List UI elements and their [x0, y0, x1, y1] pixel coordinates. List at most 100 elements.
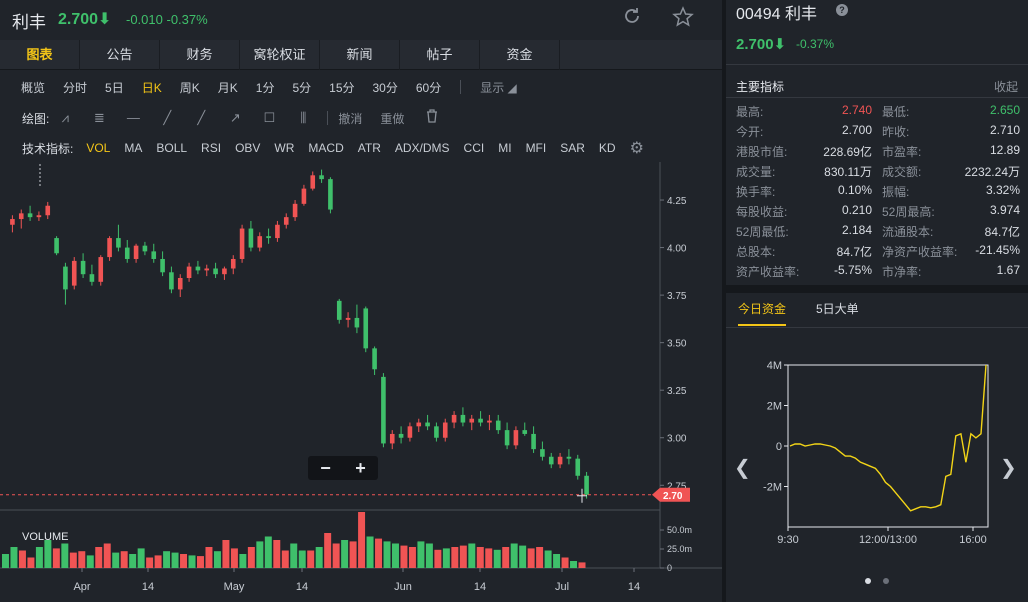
- volume-bar: [137, 548, 145, 568]
- period-1[interactable]: 分时: [54, 79, 96, 96]
- period-10[interactable]: 60分: [407, 79, 450, 96]
- ray-tool-icon[interactable]: ╱: [191, 109, 211, 127]
- metric-value: -21.45%: [975, 242, 1020, 257]
- candle-body: [71, 260, 77, 286]
- period-8[interactable]: 15分: [320, 79, 363, 96]
- tab-5[interactable]: 帖子: [400, 40, 480, 70]
- refresh-icon[interactable]: [621, 6, 643, 28]
- metrics-table: 最高: 2.740 最低: 2.650 今开: 2.700 昨收: 2.710 港股市值: 228…: [736, 101, 1020, 281]
- zoom-out-button[interactable]: −: [308, 456, 343, 480]
- metric-value: -5.75%: [833, 262, 872, 277]
- indicator-rsi[interactable]: RSI: [194, 141, 228, 155]
- period-0[interactable]: 概览: [12, 79, 54, 96]
- period-7[interactable]: 5分: [283, 79, 320, 96]
- main-tabs: 图表 公告 财务 窝轮权证 新闻 帖子 资金: [0, 40, 722, 70]
- volume-bar: [349, 541, 357, 568]
- prev-arrow-icon[interactable]: ❮: [734, 455, 751, 480]
- indicator-atr[interactable]: ATR: [351, 141, 388, 155]
- candle-body: [487, 420, 492, 423]
- candlestick-chart[interactable]: 4.254.003.753.503.253.002.752.70VOLUME50…: [0, 162, 722, 602]
- volume-bar: [519, 545, 527, 568]
- candle-body: [54, 238, 59, 254]
- metric-cell: 市净率: 1.67: [878, 263, 1020, 280]
- draw-toolbar: 绘图: ⩘ ≣ — ╱ ╱ ↗ ☐ ⫼ 撤消 重做: [0, 106, 722, 130]
- period-9[interactable]: 30分: [364, 79, 407, 96]
- gear-icon[interactable]: ⚙: [623, 138, 651, 158]
- tab-5day-orders[interactable]: 5日大单: [816, 300, 859, 326]
- tab-1[interactable]: 公告: [80, 40, 160, 70]
- rect-tool-icon[interactable]: ☐: [259, 109, 279, 127]
- candle-body: [310, 175, 316, 189]
- candle-body: [89, 274, 95, 282]
- indicator-adx-dms[interactable]: ADX/DMS: [388, 141, 457, 155]
- volume-tick-label: 50.0m: [667, 525, 692, 535]
- candle-body: [319, 175, 324, 180]
- indicator-macd[interactable]: MACD: [301, 141, 350, 155]
- volume-bar: [341, 540, 349, 568]
- metric-value: 2.700: [841, 122, 872, 137]
- polyline-tool-icon[interactable]: ⩘: [55, 109, 75, 127]
- redo-button[interactable]: 重做: [380, 110, 404, 127]
- volume-bar: [95, 547, 103, 568]
- volume-bar: [10, 547, 18, 568]
- metric-cell: 净资产收益率: -21.45%: [878, 243, 1020, 260]
- tab-3[interactable]: 窝轮权证: [240, 40, 320, 70]
- metric-label: 成交量:: [736, 164, 776, 179]
- metric-value: 3.974: [989, 202, 1020, 217]
- volume-bar: [239, 554, 247, 568]
- trash-icon[interactable]: [422, 109, 442, 127]
- tab-today-funds[interactable]: 今日资金: [738, 300, 787, 326]
- indicator-wr[interactable]: WR: [267, 141, 301, 155]
- metric-label: 52周最高:: [882, 204, 935, 219]
- fib-tool-icon[interactable]: ≣: [89, 109, 109, 127]
- candle-body: [495, 420, 501, 431]
- period-5[interactable]: 月K: [209, 79, 247, 96]
- indicator-boll[interactable]: BOLL: [149, 141, 194, 155]
- draw-label: 绘图:: [22, 111, 50, 126]
- next-arrow-icon[interactable]: ❯: [1000, 455, 1017, 480]
- price-tick-label: 4.00: [667, 244, 687, 255]
- tab-4[interactable]: 新闻: [320, 40, 400, 70]
- volume-bar: [290, 543, 298, 568]
- candle-body: [45, 205, 51, 216]
- help-icon[interactable]: ?: [836, 4, 848, 16]
- indicator-ma[interactable]: MA: [117, 141, 149, 155]
- indicator-mi[interactable]: MI: [491, 141, 518, 155]
- candle-body: [239, 228, 245, 259]
- indicator-mfi[interactable]: MFI: [519, 141, 554, 155]
- undo-button[interactable]: 撤消: [338, 110, 362, 127]
- chart-panel: 利丰 2.700⬇ -0.010 -0.37% 图表 公告 财务 窝轮权证 新闻 帖子 资金…: [0, 0, 722, 602]
- collapse-button[interactable]: 收起: [994, 78, 1018, 95]
- candle-body: [381, 376, 386, 444]
- hline-tool-icon[interactable]: —: [123, 109, 143, 127]
- period-4[interactable]: 周K: [171, 79, 209, 96]
- metric-value: 2.710: [989, 122, 1020, 137]
- page-dot[interactable]: [883, 578, 889, 584]
- display-dropdown[interactable]: 显示 ◢: [471, 79, 526, 96]
- period-2[interactable]: 5日: [96, 79, 133, 96]
- line-tool-icon[interactable]: ╱: [157, 109, 177, 127]
- volume-bar: [451, 547, 459, 568]
- period-6[interactable]: 1分: [247, 79, 284, 96]
- page-dot-active[interactable]: [865, 578, 871, 584]
- tab-2[interactable]: 财务: [160, 40, 240, 70]
- candle-tool-icon[interactable]: ⫼: [293, 109, 313, 127]
- indicator-cci[interactable]: CCI: [457, 141, 492, 155]
- x-tick-label: Jun: [394, 581, 412, 593]
- indicator-sar[interactable]: SAR: [553, 141, 592, 155]
- indicator-kd[interactable]: KD: [592, 141, 623, 155]
- candle-body: [513, 430, 519, 446]
- star-icon[interactable]: [672, 6, 694, 28]
- metric-label: 每股收益:: [736, 204, 788, 219]
- indicator-vol[interactable]: VOL: [79, 141, 117, 155]
- indicator-obv[interactable]: OBV: [228, 141, 267, 155]
- x-tick-label: May: [224, 581, 245, 593]
- tab-6[interactable]: 资金: [480, 40, 560, 70]
- metric-label: 最低:: [882, 104, 910, 119]
- tab-0[interactable]: 图表: [0, 40, 80, 70]
- volume-tick-label: 25.0m: [667, 544, 692, 554]
- zoom-in-button[interactable]: +: [343, 456, 378, 480]
- volume-bar: [408, 547, 416, 568]
- arrow-tool-icon[interactable]: ↗: [225, 109, 245, 127]
- period-3[interactable]: 日K: [133, 79, 171, 96]
